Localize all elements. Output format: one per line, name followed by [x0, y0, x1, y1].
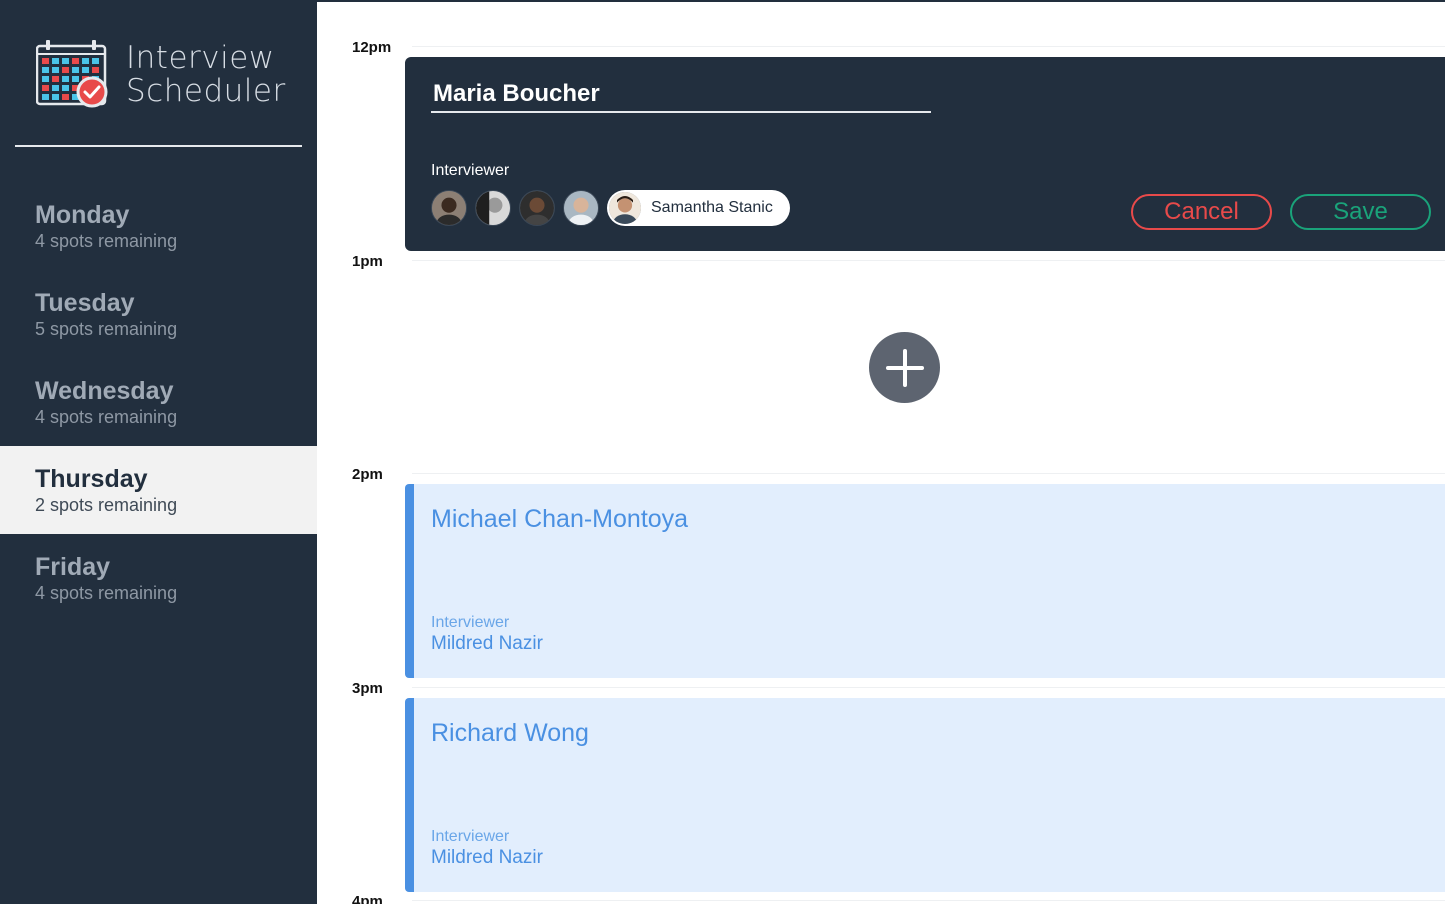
- day-spots: 4 spots remaining: [35, 231, 178, 251]
- interviewer-list: Samantha Stanic: [431, 190, 790, 226]
- day-item-friday[interactable]: Friday 4 spots remaining: [0, 534, 317, 622]
- day-item-tuesday[interactable]: Tuesday 5 spots remaining: [0, 270, 317, 358]
- hour-line: [412, 687, 1445, 688]
- calendar-cell: [62, 67, 69, 73]
- avatar-icon[interactable]: [563, 190, 599, 226]
- calendar-cell: [72, 76, 79, 82]
- calendar-cell: [72, 58, 79, 64]
- calendar-cell: [92, 67, 99, 73]
- appointment-interviewer: Mildred Nazir: [431, 847, 543, 868]
- day-name: Monday: [35, 201, 130, 229]
- time-label-12pm: 12pm: [352, 39, 392, 56]
- calendar-cell: [52, 58, 59, 64]
- day-spots: 2 spots remaining: [35, 495, 178, 515]
- avatar-icon[interactable]: [431, 190, 467, 226]
- app-title: Interview Scheduler: [126, 42, 286, 108]
- hour-line: [412, 900, 1445, 901]
- calendar-cell: [52, 76, 59, 82]
- hour-line: [412, 46, 1445, 47]
- calendar-cell: [62, 85, 69, 91]
- calendar-cell: [82, 67, 89, 73]
- day-name: Friday: [35, 553, 111, 581]
- day-spots: 4 spots remaining: [35, 583, 178, 603]
- day-name: Wednesday: [35, 377, 174, 405]
- avatar-icon[interactable]: [519, 190, 555, 226]
- appointment-card[interactable]: Richard Wong Interviewer Mildred Nazir: [405, 698, 1445, 892]
- time-label-2pm: 2pm: [352, 466, 383, 483]
- selected-interviewer[interactable]: Samantha Stanic: [607, 190, 790, 226]
- add-appointment-button[interactable]: [869, 332, 940, 403]
- calendar-cell: [42, 67, 49, 73]
- appointment-interviewer-heading: Interviewer: [431, 828, 510, 845]
- time-label-4pm: 4pm: [352, 893, 383, 904]
- calendar-cell: [52, 67, 59, 73]
- calendar-cell: [42, 94, 49, 100]
- appointment-student: Michael Chan-Montoya: [431, 505, 689, 533]
- calendar-cell: [72, 67, 79, 73]
- plus-icon: [885, 348, 924, 387]
- appointment-card[interactable]: Michael Chan-Montoya Interviewer Mildred…: [405, 484, 1445, 678]
- top-border: [317, 0, 1445, 2]
- sidebar-divider: [15, 145, 302, 147]
- cancel-button[interactable]: Cancel: [1131, 194, 1272, 230]
- day-spots: 4 spots remaining: [35, 407, 178, 427]
- calendar-cell: [52, 85, 59, 91]
- calendar-cell: [62, 58, 69, 64]
- calendar-cell: [42, 85, 49, 91]
- calendar-cell: [42, 76, 49, 82]
- sidebar: Interview Scheduler Monday 4 spots remai…: [0, 0, 317, 904]
- app-title-line-1: Interview: [126, 40, 275, 76]
- calendar-cell: [42, 58, 49, 64]
- student-name-input[interactable]: [431, 77, 931, 113]
- time-label-3pm: 3pm: [352, 680, 383, 697]
- day-name: Tuesday: [35, 289, 135, 317]
- brand: Interview Scheduler: [36, 40, 285, 110]
- appointment-interviewer-heading: Interviewer: [431, 614, 510, 631]
- day-item-wednesday[interactable]: Wednesday 4 spots remaining: [0, 358, 317, 446]
- calendar-cell: [92, 58, 99, 64]
- day-list: Monday 4 spots remaining Tuesday 5 spots…: [0, 182, 317, 622]
- day-spots: 5 spots remaining: [35, 319, 178, 339]
- selected-interviewer-name: Samantha Stanic: [651, 199, 773, 216]
- day-name: Thursday: [35, 465, 148, 493]
- interviewer-heading: Interviewer: [431, 162, 510, 179]
- avatar-icon[interactable]: [475, 190, 511, 226]
- hour-line: [412, 473, 1445, 474]
- calendar-cell: [62, 94, 69, 100]
- day-item-monday[interactable]: Monday 4 spots remaining: [0, 182, 317, 270]
- calendar-cell: [62, 76, 69, 82]
- app-title-line-2: Scheduler: [126, 73, 286, 109]
- appointment-interviewer: Mildred Nazir: [431, 633, 543, 654]
- calendar-cell: [82, 58, 89, 64]
- calendar-cell: [52, 94, 59, 100]
- appointment-form: Interviewer Samantha Stanic Cancel Save: [405, 57, 1445, 251]
- calendar-check-icon: [36, 40, 108, 108]
- hour-line: [412, 260, 1445, 261]
- appointment-student: Richard Wong: [431, 719, 589, 747]
- save-button[interactable]: Save: [1290, 194, 1431, 230]
- avatar-icon: [609, 192, 641, 224]
- day-item-thursday[interactable]: Thursday 2 spots remaining: [0, 446, 317, 534]
- time-label-1pm: 1pm: [352, 253, 383, 270]
